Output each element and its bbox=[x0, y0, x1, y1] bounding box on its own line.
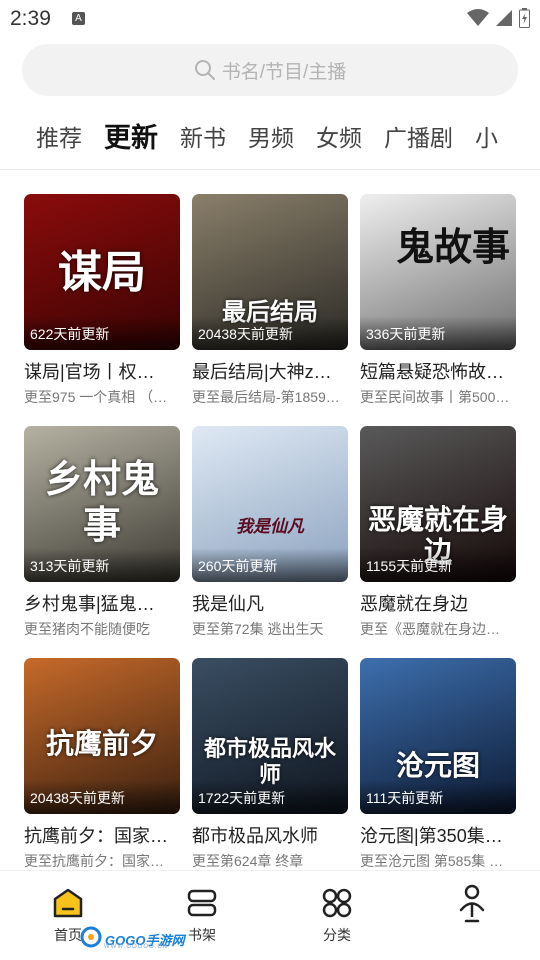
book-cover: 我是仙凡 260天前更新 bbox=[192, 426, 348, 582]
cover-title: 谋局 bbox=[58, 247, 146, 298]
book-title: 恶魔就在身边 bbox=[360, 594, 468, 614]
book-title: 最后结局|大神z… bbox=[192, 362, 332, 382]
book-card[interactable]: 鬼故事 336天前更新 短篇悬疑恐怖故… 更至民间故事丨第500… bbox=[360, 194, 516, 409]
nav-profile[interactable] bbox=[432, 884, 512, 925]
book-card[interactable]: 都市极品风水师 1722天前更新 都市极品风水师 更至第624章 终章 bbox=[192, 658, 348, 873]
status-time: 2:39 bbox=[10, 7, 51, 30]
book-subtitle: 更至最后结局-第1859… bbox=[192, 389, 340, 405]
nav-label: 分类 bbox=[323, 927, 351, 943]
tab-female[interactable]: 女频 bbox=[316, 118, 362, 162]
book-cover: 都市极品风水师 1722天前更新 bbox=[192, 658, 348, 814]
home-icon bbox=[28, 885, 108, 921]
notification-icon: A bbox=[72, 12, 85, 25]
update-badge: 260天前更新 bbox=[198, 558, 278, 574]
nav-category[interactable]: 分类 bbox=[297, 885, 377, 945]
search-icon bbox=[194, 59, 216, 81]
update-badge: 111天前更新 bbox=[366, 790, 444, 806]
tab-more[interactable]: 小 bbox=[475, 118, 498, 162]
book-title: 都市极品风水师 bbox=[192, 826, 318, 846]
cover-title: 沧元图 bbox=[395, 749, 480, 782]
update-badge: 622天前更新 bbox=[30, 326, 110, 342]
book-subtitle: 更至975 一个真相 （… bbox=[24, 389, 168, 405]
book-cover: 恶魔就在身边 1155天前更新 bbox=[360, 426, 516, 582]
book-card[interactable]: 恶魔就在身边 1155天前更新 恶魔就在身边 更至《恶魔就在身边… bbox=[360, 426, 516, 641]
cover-title: 我是仙凡 bbox=[236, 517, 304, 537]
watermark-logo-icon bbox=[80, 926, 102, 953]
cover-title: 鬼故事 bbox=[395, 224, 510, 269]
book-card[interactable]: 抗鹰前夕 20438天前更新 抗鹰前夕：国家… 更至抗鹰前夕：国家… bbox=[24, 658, 180, 873]
book-title: 我是仙凡 bbox=[192, 594, 264, 614]
update-badge: 313天前更新 bbox=[30, 558, 110, 574]
update-badge: 1155天前更新 bbox=[366, 558, 453, 574]
book-title: 短篇悬疑恐怖故… bbox=[360, 362, 504, 382]
book-subtitle: 更至《恶魔就在身边… bbox=[360, 621, 500, 637]
book-cover: 沧元图 111天前更新 bbox=[360, 658, 516, 814]
book-card[interactable]: 最后结局 20438天前更新 最后结局|大神z… 更至最后结局-第1859… bbox=[192, 194, 348, 409]
watermark-sub: WWW.GOGOO.CN bbox=[104, 944, 168, 950]
update-badge: 336天前更新 bbox=[366, 326, 446, 342]
book-title: 谋局|官场丨权… bbox=[24, 362, 155, 382]
book-subtitle: 更至第72集 逃出生天 bbox=[192, 621, 324, 637]
profile-icon bbox=[432, 884, 512, 923]
book-subtitle: 更至抗鹰前夕：国家… bbox=[24, 853, 164, 869]
search-bar[interactable]: 书名/节目/主播 bbox=[22, 44, 518, 96]
cover-title: 抗鹰前夕 bbox=[45, 727, 158, 760]
tab-male[interactable]: 男频 bbox=[248, 118, 294, 162]
book-title: 抗鹰前夕：国家… bbox=[24, 826, 168, 846]
tab-new-books[interactable]: 新书 bbox=[180, 118, 226, 162]
book-cover: 最后结局 20438天前更新 bbox=[192, 194, 348, 350]
category-icon bbox=[297, 885, 377, 921]
book-cover: 谋局 622天前更新 bbox=[24, 194, 180, 350]
book-card[interactable]: 乡村鬼事 313天前更新 乡村鬼事|猛鬼… 更至猪肉不能随便吃 bbox=[24, 426, 180, 641]
book-cover: 抗鹰前夕 20438天前更新 bbox=[24, 658, 180, 814]
book-subtitle: 更至第624章 终章 bbox=[192, 853, 304, 869]
book-card[interactable]: 谋局 622天前更新 谋局|官场丨权… 更至975 一个真相 （… bbox=[24, 194, 180, 409]
status-icons bbox=[467, 8, 530, 33]
book-cover: 乡村鬼事 313天前更新 bbox=[24, 426, 180, 582]
tab-update[interactable]: 更新 bbox=[104, 118, 158, 162]
wifi-icon bbox=[467, 9, 489, 32]
book-subtitle: 更至猪肉不能随便吃 bbox=[24, 621, 150, 637]
update-badge: 1722天前更新 bbox=[198, 790, 286, 806]
book-title: 乡村鬼事|猛鬼… bbox=[24, 594, 155, 614]
status-bar: 2:39 A bbox=[0, 0, 540, 36]
battery-icon bbox=[519, 8, 530, 33]
book-subtitle: 更至民间故事丨第500… bbox=[360, 389, 510, 405]
book-cover: 鬼故事 336天前更新 bbox=[360, 194, 516, 350]
tab-recommend[interactable]: 推荐 bbox=[36, 118, 82, 162]
bookshelf-icon bbox=[162, 885, 242, 921]
update-badge: 20438天前更新 bbox=[30, 790, 125, 806]
book-subtitle: 更至沧元图 第585集 … bbox=[360, 853, 504, 869]
book-title: 沧元图|第350集… bbox=[360, 826, 503, 846]
search-placeholder: 书名/节目/主播 bbox=[221, 61, 347, 83]
book-card[interactable]: 我是仙凡 260天前更新 我是仙凡 更至第72集 逃出生天 bbox=[192, 426, 348, 641]
tabs-divider bbox=[0, 169, 540, 170]
tab-radio-drama[interactable]: 广播剧 bbox=[384, 118, 453, 162]
category-tabs: 推荐 更新 新书 男频 女频 广播剧 小 bbox=[36, 118, 540, 162]
book-card[interactable]: 沧元图 111天前更新 沧元图|第350集… 更至沧元图 第585集 … bbox=[360, 658, 516, 873]
update-badge: 20438天前更新 bbox=[198, 326, 293, 342]
cover-title: 乡村鬼事 bbox=[44, 456, 159, 547]
signal-icon bbox=[495, 9, 513, 32]
